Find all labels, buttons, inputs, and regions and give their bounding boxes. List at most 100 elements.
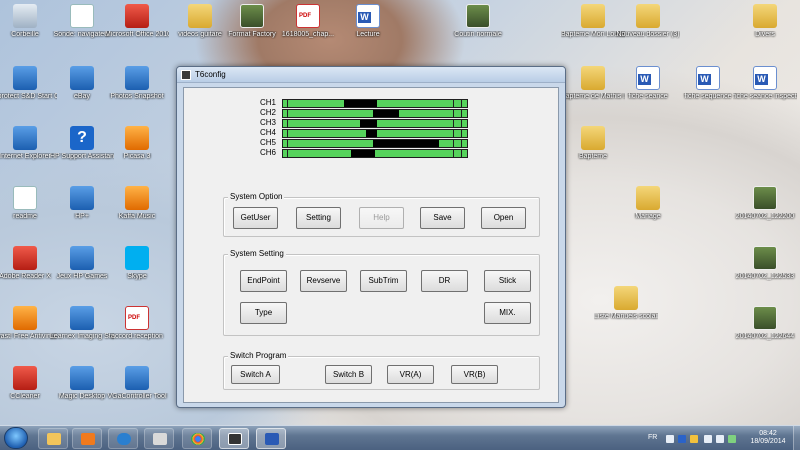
desktop-icon-label: Kaffa Music (118, 213, 156, 220)
desktop-icon[interactable]: fiche seance (616, 66, 680, 101)
window-title: T6config (195, 70, 226, 79)
folder-icon (188, 4, 212, 28)
desktop-icon-label: fiche seance inspection (733, 93, 797, 100)
desktop-icon[interactable]: accord.reception (105, 306, 169, 341)
tray-network-icon[interactable] (704, 435, 712, 443)
getuser-button[interactable]: GetUser (233, 207, 278, 229)
channel-position-bar (373, 110, 399, 117)
channel-limit-tick (287, 130, 288, 137)
channel-label: CH1 (260, 98, 277, 107)
desktop-icon[interactable]: VGaController Tool (105, 366, 169, 401)
open-button[interactable]: Open (481, 207, 526, 229)
channel-position-bar (360, 120, 377, 127)
taskbar-explorer[interactable] (38, 428, 68, 449)
desktop-icon[interactable]: Kaffa Music (105, 186, 169, 221)
orange-icon (13, 306, 37, 330)
desktop-icon[interactable]: Divers (733, 4, 797, 39)
start-button[interactable] (4, 427, 28, 449)
desktop-icon-label: Picasa 3 (123, 153, 151, 160)
taskbar-t6config[interactable] (219, 428, 249, 449)
desktop-icon[interactable]: Skype (105, 246, 169, 281)
desktop-icon[interactable]: Mariage (616, 186, 680, 221)
desktop-icon[interactable]: Lecture (336, 4, 400, 39)
desktop-icon[interactable]: Coutin normale (446, 4, 510, 39)
show-desktop-button[interactable] (793, 426, 800, 450)
switch-a-button[interactable]: Switch A (231, 365, 280, 384)
taskbar-chrome[interactable] (182, 428, 212, 449)
mix-button[interactable]: MIX. (484, 302, 531, 324)
setting-button[interactable]: Setting (296, 207, 341, 229)
taskbar-word[interactable] (256, 428, 286, 449)
taskbar-hp[interactable] (108, 428, 138, 449)
channel-limit-tick (287, 150, 288, 157)
pdf-icon (125, 306, 149, 330)
vr-a-button[interactable]: VR(A) (387, 365, 434, 384)
desktop-icon[interactable]: 20140702_122644 (733, 306, 797, 341)
desktop-icon-label: fiche seance (628, 93, 668, 100)
desktop-icon[interactable]: Microsoft Office 2010 (105, 4, 169, 39)
endpoint-button[interactable]: EndPoint (240, 270, 287, 292)
desktop-icon-label: Lecture (356, 31, 380, 38)
folder-icon (753, 4, 777, 28)
desktop-icon-label: 20140702_122533 (735, 273, 795, 280)
desktop-icon[interactable]: CCleaner (0, 366, 57, 401)
desktop-icon[interactable]: Photos Snapshot (105, 66, 169, 101)
desktop-icon[interactable]: Adobe Reader X (0, 246, 57, 281)
skype-icon (125, 246, 149, 270)
language-indicator[interactable]: FR (648, 434, 657, 441)
folder-icon (581, 126, 605, 150)
desktop-icon-label: avast! Free Antivirus (0, 333, 57, 340)
switch-b-button[interactable]: Switch B (325, 365, 372, 384)
desktop-icon[interactable]: Baptême (561, 126, 625, 161)
save-button[interactable]: Save (420, 207, 465, 229)
clock[interactable]: 08:42 18/09/2014 (748, 430, 788, 446)
desktop-icon[interactable]: Picasa 3 (105, 126, 169, 161)
tray-volume-icon[interactable] (716, 435, 724, 443)
help-button[interactable]: Help (359, 207, 404, 229)
desktop-icon[interactable]: readme (0, 186, 57, 221)
desktop-icon-label: Skype (127, 273, 147, 280)
stick-button[interactable]: Stick (484, 270, 531, 292)
tray-flag-icon[interactable] (690, 435, 698, 443)
vr-b-button[interactable]: VR(B) (451, 365, 498, 384)
channel-track (282, 119, 468, 128)
revserve-button[interactable]: Revserve (300, 270, 347, 292)
app-icon (70, 366, 94, 390)
word-icon (696, 66, 720, 90)
desktop-icon[interactable]: fiche sequence (676, 66, 740, 101)
subtrim-button[interactable]: SubTrim (360, 270, 407, 292)
app-icon (13, 66, 37, 90)
channel-position-bar (373, 140, 439, 147)
doc-icon (70, 4, 94, 28)
desktop-icon[interactable]: Corbeille (0, 4, 57, 39)
desktop-icon[interactable]: 20140702_122533 (733, 246, 797, 281)
taskbar: FR 08:42 18/09/2014 (0, 425, 800, 450)
desktop-icon-label: Divers (755, 31, 775, 38)
desktop-icon[interactable]: Sprotect S&D Start Center (0, 66, 57, 101)
taskbar-scanner[interactable] (144, 428, 174, 449)
system-option-group: System Option GetUser Setting Help Save … (223, 192, 540, 237)
channel-limit-tick (453, 150, 454, 157)
desktop-icon[interactable]: fiche seance inspection (733, 66, 797, 101)
pdf-icon (296, 4, 320, 28)
desktop-icon[interactable]: avast! Free Antivirus (0, 306, 57, 341)
desktop-icon[interactable]: Liste Manuels scolaires (594, 286, 658, 321)
system-option-title: System Option (228, 192, 285, 201)
desktop-icon[interactable]: 1618005_chap... (276, 4, 340, 39)
desktop-icon[interactable]: Nouveau dossier (3) (616, 4, 680, 39)
folder-icon (614, 286, 638, 310)
taskbar-media-player[interactable] (72, 428, 102, 449)
desktop-icon[interactable]: 20140702_122200 (733, 186, 797, 221)
tray-expand-icon[interactable] (666, 435, 674, 443)
title-bar[interactable]: T6config (177, 67, 565, 83)
desktop-icon[interactable]: Internet Explorer (0, 126, 57, 161)
dr-button[interactable]: DR (421, 270, 468, 292)
word-icon (265, 433, 279, 445)
type-button[interactable]: Type (240, 302, 287, 324)
channel-label: CH5 (260, 138, 277, 147)
photo-icon (753, 246, 777, 270)
tray-battery-icon[interactable] (728, 435, 736, 443)
desktop-icon-label: Internet Explorer (0, 153, 51, 160)
tray-help-icon[interactable] (678, 435, 686, 443)
desktop-icon[interactable]: Format Factory (220, 4, 284, 39)
